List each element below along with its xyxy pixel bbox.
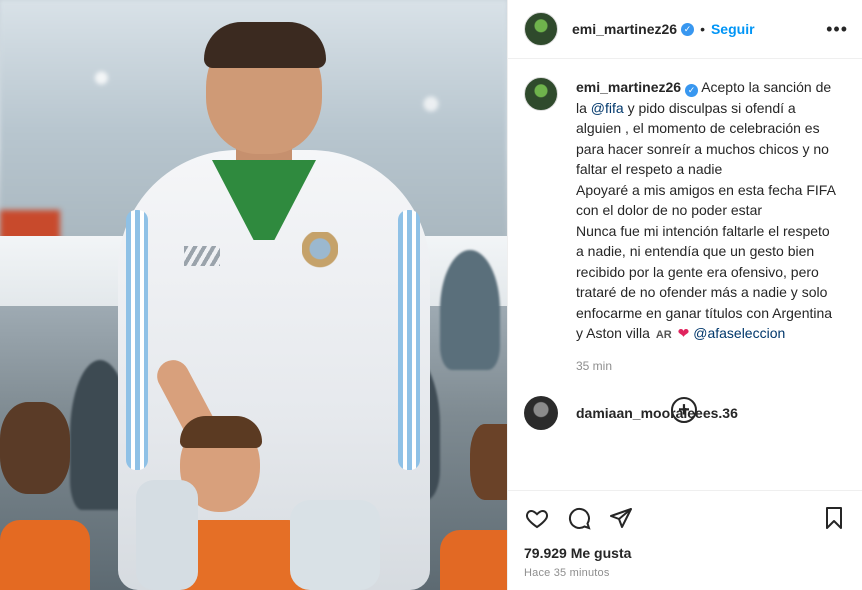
goalkeeper-glove-right — [290, 500, 380, 590]
jacket-stripe-left — [126, 210, 148, 470]
likes-count[interactable]: 79.929 Me gusta — [524, 545, 847, 561]
bookmark-icon[interactable] — [821, 505, 847, 531]
child-hair — [180, 416, 262, 448]
jacket-stripe-right — [398, 210, 420, 470]
caption-time: 35 min — [576, 358, 613, 373]
share-icon[interactable] — [608, 505, 634, 531]
goalkeeper-glove-left — [136, 480, 198, 590]
brand-logo-icon — [184, 246, 220, 266]
caption-text-part2: y pido disculpas si ofendí a alguien , e… — [576, 99, 836, 342]
caption-text: emi_martinez26 ✓ Acepto la sanción de la … — [576, 77, 840, 346]
red-heart-icon: ❤ — [677, 325, 690, 341]
child-left-head — [0, 402, 70, 494]
caption-area: emi_martinez26 ✓ Acepto la sanción de la … — [508, 59, 862, 434]
more-options-icon[interactable]: ••• — [826, 20, 848, 38]
author-avatar[interactable] — [524, 12, 558, 46]
caption-verified-badge-icon: ✓ — [685, 83, 699, 97]
post-time-ago: Hace 35 minutos — [524, 567, 610, 579]
caption-username[interactable]: emi_martinez26 — [576, 79, 681, 95]
afa-crest-icon — [302, 232, 338, 274]
heart-icon[interactable] — [524, 505, 550, 531]
flag-ar-icon: AR — [655, 329, 672, 341]
action-icons-row — [524, 505, 847, 531]
child-right-head — [470, 424, 507, 500]
verified-badge-icon: ✓ — [681, 22, 695, 36]
separator-dot: • — [700, 21, 705, 37]
caption-body: emi_martinez26 ✓ Acepto la sanción de la … — [576, 77, 840, 434]
mention-afaseleccion[interactable]: @afaseleccion — [693, 325, 785, 341]
post-photo[interactable] — [0, 0, 507, 590]
post-side-panel: emi_martinez26 ✓ • Seguir ••• emi_martin… — [507, 0, 862, 590]
comment-item: damiaan_mooraleees.36 — [524, 396, 738, 430]
instagram-post: emi_martinez26 ✓ • Seguir ••• emi_martin… — [0, 0, 862, 590]
caption-avatar[interactable] — [524, 77, 558, 111]
post-actions: 79.929 Me gusta Hace 35 minutos — [508, 490, 862, 590]
commenter-avatar[interactable] — [524, 396, 558, 430]
follow-button[interactable]: Seguir — [711, 21, 755, 37]
background-person — [440, 250, 500, 370]
comment-icon[interactable] — [566, 505, 592, 531]
child-left-shirt — [0, 520, 90, 590]
mention-fifa[interactable]: @fifa — [591, 100, 624, 116]
author-username[interactable]: emi_martinez26 — [572, 21, 677, 37]
child-right-shirt — [440, 530, 507, 590]
goalkeeper-hair — [204, 22, 326, 68]
commenter-username[interactable]: damiaan_mooraleees.36 — [576, 405, 738, 421]
post-header: emi_martinez26 ✓ • Seguir ••• — [508, 0, 862, 59]
